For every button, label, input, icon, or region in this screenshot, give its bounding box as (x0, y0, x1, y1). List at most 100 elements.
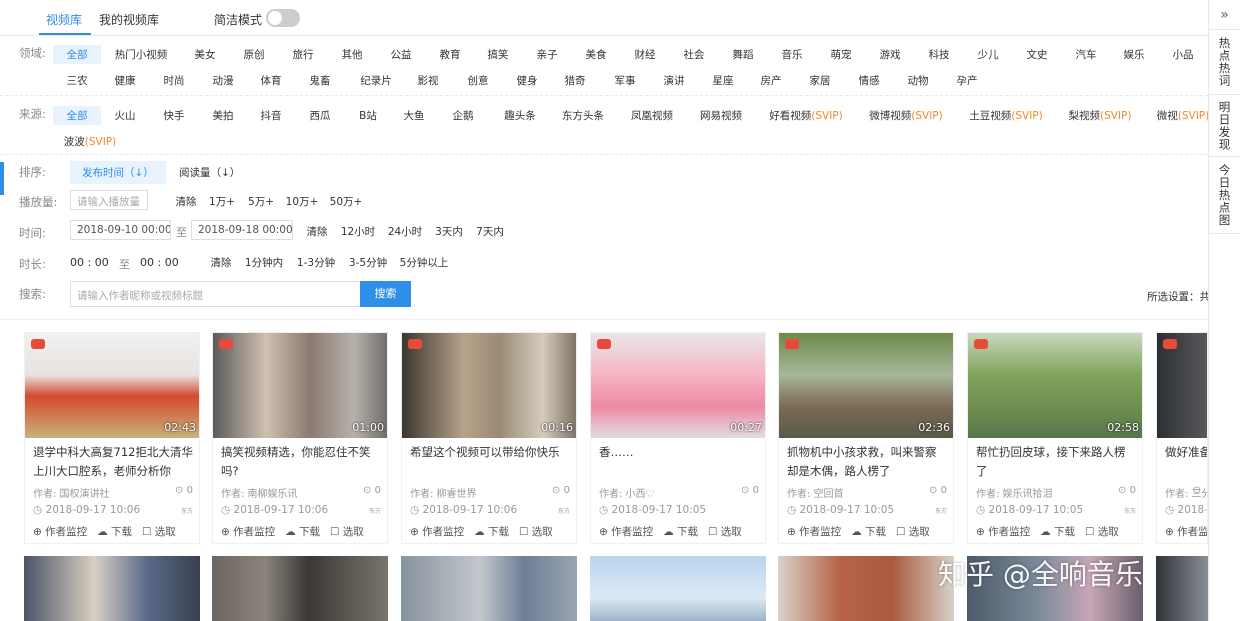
video-thumbnail[interactable]: 00:27 (591, 333, 765, 438)
domain-chip[interactable]: 动漫 (213, 73, 234, 88)
duration-start-input[interactable]: 00 : 00 (70, 256, 109, 269)
video-thumbnail[interactable]: 02:43 (25, 333, 199, 438)
domain-chip[interactable]: 三农 (67, 73, 88, 88)
select-checkbox[interactable]: ☐ 选取 (1085, 524, 1119, 539)
video-thumbnail[interactable] (590, 556, 766, 621)
time-start-input[interactable]: 2018-09-10 00:00 (70, 220, 171, 240)
source-chip[interactable]: 微视(SVIP) (1157, 108, 1208, 123)
video-card[interactable]: 00:27 香…… 作者: 小西♡ ⊙ 0 ◷ 2018-09-17 10:05… (590, 332, 766, 544)
source-chip[interactable]: 美拍 (213, 108, 234, 123)
source-chip[interactable]: 东方头条 (562, 108, 604, 123)
video-card[interactable]: 01:00 搞笑视频精选，你能忍住不笑吗? 作者: 南柳娱乐讯 ⊙ 0 ◷ 20… (212, 332, 388, 544)
monitor-author-button[interactable]: ⊕ 作者监控 (599, 524, 653, 539)
video-card[interactable]: 02:43 退学中科大高复712拒北大清华上川大口腔系，老师分析你 作者: 国权… (24, 332, 200, 544)
monitor-author-button[interactable]: ⊕ 作者监控 (410, 524, 464, 539)
monitor-author-button[interactable]: ⊕ 作者监控 (787, 524, 841, 539)
domain-chip[interactable]: 房产 (761, 73, 782, 88)
domain-chip[interactable]: 音乐 (782, 47, 803, 62)
domain-chip[interactable]: 情感 (859, 73, 880, 88)
video-author[interactable]: 作者: 柳睿世界 (410, 485, 477, 500)
domain-chip[interactable]: 舞蹈 (733, 47, 754, 62)
duration-option[interactable]: 5分钟以上 (400, 255, 449, 270)
domain-chip[interactable]: 其他 (342, 47, 363, 62)
select-checkbox[interactable]: ☐ 选取 (142, 524, 176, 539)
download-button[interactable]: ☁ 下载 (285, 524, 320, 539)
time-option[interactable]: 清除 (307, 224, 328, 239)
domain-chip[interactable]: 动物 (908, 73, 929, 88)
download-button[interactable]: ☁ 下载 (1040, 524, 1075, 539)
download-button[interactable]: ☁ 下载 (663, 524, 698, 539)
domain-chip[interactable]: 纪录片 (360, 73, 392, 88)
video-title[interactable]: 香…… (599, 443, 759, 481)
video-author[interactable]: 作者: 小西♡ (599, 485, 655, 500)
select-checkbox[interactable]: ☐ 选取 (330, 524, 364, 539)
duration-option[interactable]: 3-5分钟 (349, 255, 387, 270)
domain-chip[interactable]: 游戏 (880, 47, 901, 62)
domain-chip[interactable]: 小品 (1173, 47, 1194, 62)
video-thumbnail[interactable] (212, 556, 388, 621)
duration-option[interactable]: 1分钟内 (245, 255, 283, 270)
domain-chip[interactable]: 少儿 (978, 47, 999, 62)
video-thumbnail[interactable]: 01:00 (213, 333, 387, 438)
monitor-author-button[interactable]: ⊕ 作者监控 (1165, 524, 1207, 539)
domain-chip[interactable]: 公益 (391, 47, 412, 62)
sort-by-read-count[interactable]: 阅读量（↓） (167, 161, 252, 184)
source-chip[interactable]: 快手 (164, 108, 185, 123)
time-option[interactable]: 24小时 (388, 224, 422, 239)
source-chip[interactable]: 凤凰视频 (631, 108, 673, 123)
video-title[interactable]: 搞笑视频精选，你能忍住不笑吗? (221, 443, 381, 481)
video-author[interactable]: 作者: 国权演讲社 (33, 485, 110, 500)
download-button[interactable]: ☁ 下载 (97, 524, 132, 539)
download-button[interactable]: ☁ 下载 (474, 524, 509, 539)
duration-end-input[interactable]: 00 : 00 (140, 256, 179, 269)
video-author[interactable]: 作者: 空回首 (787, 485, 844, 500)
source-chip[interactable]: 西瓜 (310, 108, 331, 123)
domain-chip[interactable]: 文史 (1027, 47, 1048, 62)
video-card[interactable]: 02:58 帮忙扔回皮球，接下来路人楞了 作者: 娱乐讯拾泪 ⊙ 0 ◷ 201… (967, 332, 1143, 544)
video-thumbnail[interactable] (778, 556, 954, 621)
time-end-input[interactable]: 2018-09-18 00:00 (191, 220, 293, 240)
video-title[interactable]: 退学中科大高复712拒北大清华上川大口腔系，老师分析你 (33, 443, 193, 481)
source-chip[interactable]: 火山 (115, 108, 136, 123)
select-checkbox[interactable]: ☐ 选取 (896, 524, 930, 539)
video-thumbnail[interactable] (401, 556, 577, 621)
video-thumbnail[interactable]: 02:36 (779, 333, 953, 438)
source-chip[interactable]: 大鱼 (404, 108, 425, 123)
domain-chip[interactable]: 汽车 (1076, 47, 1097, 62)
domain-chip[interactable]: 亲子 (537, 47, 558, 62)
domain-chip[interactable]: 萌宠 (831, 47, 852, 62)
simple-mode-toggle[interactable] (266, 9, 300, 27)
domain-chip[interactable]: 健康 (115, 73, 136, 88)
domain-chip[interactable]: 家居 (810, 73, 831, 88)
video-thumbnail[interactable]: 00:16 (402, 333, 576, 438)
domain-chip[interactable]: 教育 (440, 47, 461, 62)
video-thumbnail[interactable] (1156, 556, 1208, 621)
source-chip[interactable]: 抖音 (261, 108, 282, 123)
tab-video-library[interactable]: 视频库 (46, 11, 82, 28)
search-button[interactable]: 搜索 (360, 281, 411, 307)
source-chip[interactable]: 梨视频(SVIP) (1069, 108, 1132, 123)
source-chip[interactable]: 好看视频(SVIP) (769, 108, 842, 123)
domain-chip[interactable]: 军事 (615, 73, 636, 88)
video-thumbnail[interactable] (24, 556, 200, 621)
video-author[interactable]: 作者: 娱乐讯拾泪 (976, 485, 1053, 500)
sidebar-item-today-hot-map[interactable]: 今日热点图 (1209, 157, 1240, 234)
domain-chip[interactable]: 鬼畜 (310, 73, 331, 88)
tab-my-video-library[interactable]: 我的视频库 (99, 11, 159, 28)
domain-chip[interactable]: 孕产 (957, 73, 978, 88)
collapse-icon[interactable]: » (1209, 0, 1240, 30)
video-title[interactable]: 做好准备 倒计负此行， (1165, 443, 1207, 481)
select-checkbox[interactable]: ☐ 选取 (708, 524, 742, 539)
domain-chip[interactable]: 猎奇 (565, 73, 586, 88)
select-checkbox[interactable]: ☐ 选取 (519, 524, 553, 539)
monitor-author-button[interactable]: ⊕ 作者监控 (976, 524, 1030, 539)
domain-chip[interactable]: 影视 (418, 73, 439, 88)
domain-chip[interactable]: 社会 (684, 47, 705, 62)
domain-chip[interactable]: 科技 (929, 47, 950, 62)
source-chip[interactable]: 企鹅 (453, 108, 474, 123)
video-card[interactable]: 00:16 希望这个视频可以带给你快乐 作者: 柳睿世界 ⊙ 0 ◷ 2018-… (401, 332, 577, 544)
video-card[interactable]: 02:36 抓物机中小孩求救，叫来警察却是木偶，路人楞了 作者: 空回首 ⊙ 0… (778, 332, 954, 544)
time-option[interactable]: 3天内 (435, 224, 463, 239)
time-option[interactable]: 7天内 (476, 224, 504, 239)
domain-chip[interactable]: 搞笑 (488, 47, 509, 62)
